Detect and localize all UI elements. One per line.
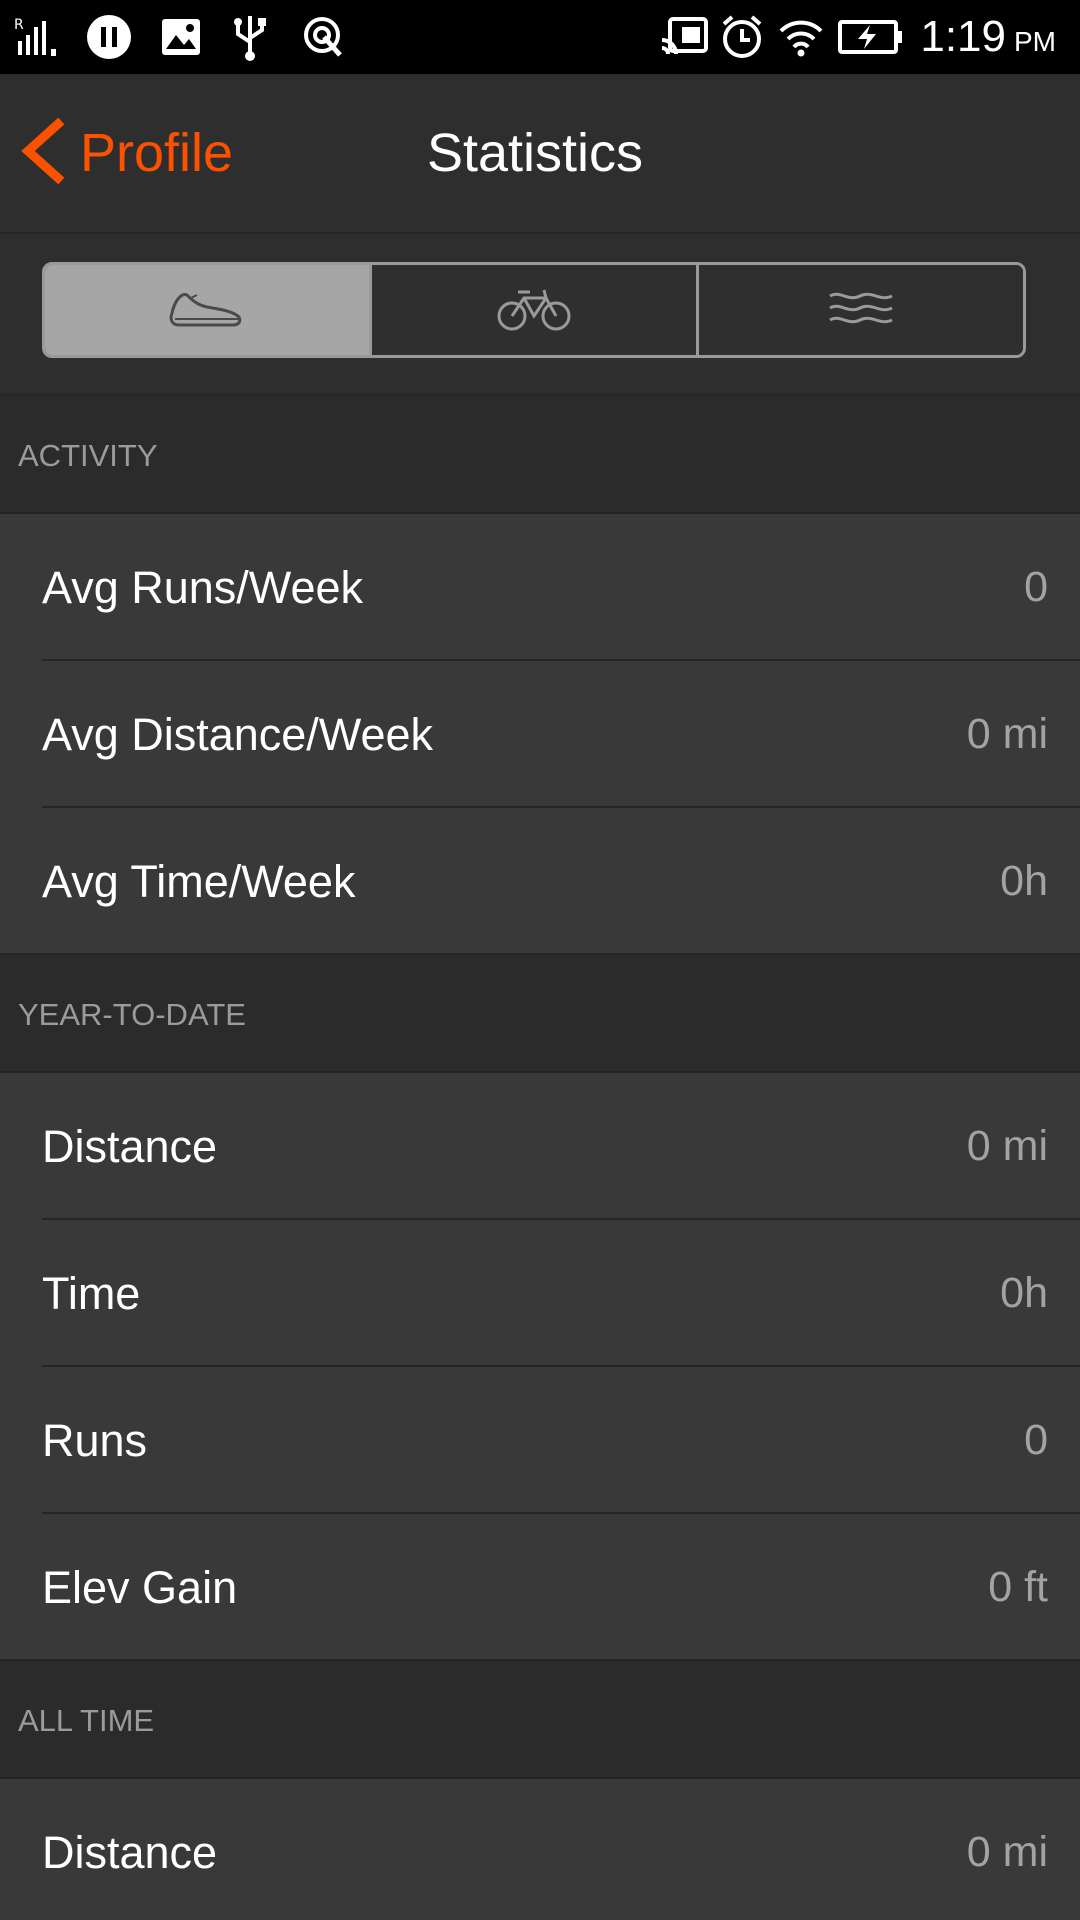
pause-icon xyxy=(86,0,132,74)
stat-value: 0 mi xyxy=(966,710,1048,758)
stat-row-ytd-distance: Distance 0 mi xyxy=(0,1073,1080,1220)
battery-charging-icon xyxy=(838,0,904,74)
page-title: Statistics xyxy=(426,123,644,183)
stat-row-avg-distance-week: Avg Distance/Week 0 mi xyxy=(0,661,1080,808)
signal-icon: R xyxy=(14,0,64,74)
stat-label: Elev Gain xyxy=(42,1561,238,1613)
stat-label: Runs xyxy=(42,1414,148,1466)
time-text: 1:19 xyxy=(920,12,1006,61)
segment-bike[interactable] xyxy=(369,265,696,355)
stat-value: 0 ft xyxy=(988,1563,1048,1611)
stat-row-ytd-runs: Runs 0 xyxy=(0,1367,1080,1514)
section-header-all-time: ALL TIME xyxy=(0,1661,1080,1779)
swim-icon xyxy=(826,286,896,335)
alarm-icon xyxy=(720,0,764,74)
stat-value: 0h xyxy=(1000,857,1048,905)
stat-row-ytd-time: Time 0h xyxy=(0,1220,1080,1367)
section-title: ALL TIME xyxy=(18,1703,155,1738)
stat-row-avg-time-week: Avg Time/Week 0h xyxy=(0,808,1080,955)
stat-value: 0 mi xyxy=(966,1828,1048,1876)
status-bar: R 1:19 PM xyxy=(0,0,1080,74)
image-icon xyxy=(160,0,202,74)
stat-value: 0h xyxy=(1000,1269,1048,1317)
segment-run[interactable] xyxy=(45,265,369,355)
cast-icon xyxy=(660,0,710,74)
stat-label: Avg Distance/Week xyxy=(42,708,434,760)
stat-row-ytd-elev-gain: Elev Gain 0 ft xyxy=(0,1514,1080,1661)
stat-value: 0 xyxy=(1024,563,1048,611)
wifi-icon xyxy=(778,0,824,74)
bike-icon xyxy=(494,284,574,337)
stat-label: Avg Runs/Week xyxy=(42,561,363,613)
sport-selector-area xyxy=(0,234,1080,396)
stat-row-avg-runs-week: Avg Runs/Week 0 xyxy=(0,514,1080,661)
stat-label: Distance xyxy=(42,1826,218,1878)
run-shoe-icon xyxy=(167,285,247,336)
svg-text:R: R xyxy=(14,17,24,33)
status-time: 1:19 PM xyxy=(920,0,1056,74)
app-screen: R 1:19 PM Profile Statistics ACTIVITY Av… xyxy=(0,0,1080,1920)
stat-row-all-time-distance: Distance 0 mi xyxy=(0,1779,1080,1920)
segment-swim[interactable] xyxy=(696,265,1023,355)
stat-label: Avg Time/Week xyxy=(42,855,356,907)
stat-label: Distance xyxy=(42,1120,218,1172)
section-header-activity: ACTIVITY xyxy=(0,396,1080,514)
stat-value: 0 xyxy=(1024,1416,1048,1464)
stat-label: Time xyxy=(42,1267,141,1319)
section-header-year-to-date: YEAR-TO-DATE xyxy=(0,955,1080,1073)
section-title: ACTIVITY xyxy=(18,438,158,473)
touch-icon xyxy=(300,0,348,74)
navigation-bar: Profile Statistics xyxy=(0,74,1080,234)
usb-icon xyxy=(230,0,270,74)
sport-segmented-control xyxy=(42,262,1026,358)
ampm-text: PM xyxy=(1014,26,1056,57)
section-title: YEAR-TO-DATE xyxy=(18,997,246,1032)
stat-value: 0 mi xyxy=(966,1122,1048,1170)
